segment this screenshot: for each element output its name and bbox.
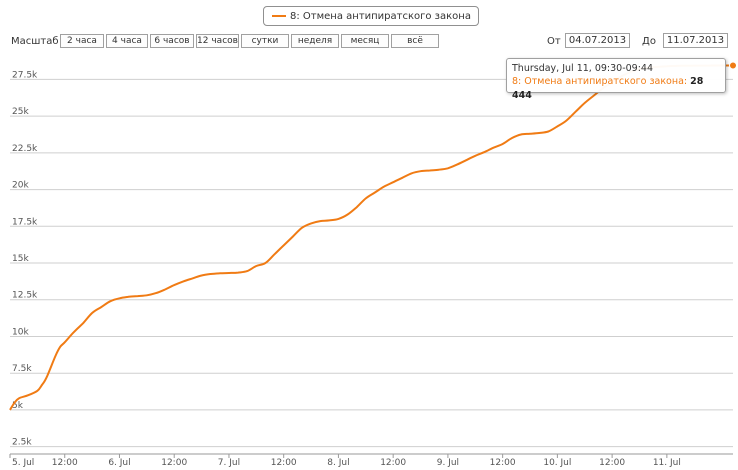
x-tick-label: 12:00 [380,458,406,468]
series-line [9,64,733,411]
y-tick-label: 27.5k [12,70,38,80]
x-tick-label: 9. Jul [437,458,459,468]
x-tick-label: 12:00 [599,458,625,468]
series-hover-point [729,61,737,70]
x-tick-label: 8. Jul [327,458,349,468]
x-tick-label: 11. Jul [653,458,681,468]
x-axis-ticks: 5. Jul 12:00 6. Jul 12:00 7. Jul 12:00 8. Jul 1… [9,454,681,468]
x-tick-label: 7. Jul [218,458,240,468]
y-tick-label: 12.5k [12,291,38,301]
x-tick-label: 10. Jul [543,458,571,468]
y-tick-label: 7.5k [12,364,32,374]
y-axis-ticks: 2.5k5k7.5k10k12.5k15k17.5k20k22.5k25k27.… [12,70,38,447]
x-tick-label: 5. Jul [12,458,34,468]
y-tick-label: 20k [12,181,29,191]
x-tick-label: 12:00 [271,458,297,468]
y-tick-label: 15k [12,254,29,264]
y-tick-label: 10k [12,327,29,337]
x-tick-label: 12:00 [161,458,187,468]
grid-lines [10,78,733,455]
y-tick-label: 22.5k [12,144,38,154]
tooltip-series-name: 8: Отмена антипиратского закона [512,76,684,87]
y-tick-label: 2.5k [12,438,32,448]
y-tick-label: 17.5k [12,217,38,227]
tooltip: Thursday, Jul 11, 09:30-09:44 8: Отмена … [506,58,726,101]
tooltip-row: 8: Отмена антипиратского закона: 28 444 [512,75,720,103]
x-tick-label: 12:00 [52,458,78,468]
x-tick-label: 12:00 [490,458,516,468]
x-tick-label: 6. Jul [108,458,130,468]
y-tick-label: 25k [12,107,29,117]
tooltip-header: Thursday, Jul 11, 09:30-09:44 [512,63,654,74]
